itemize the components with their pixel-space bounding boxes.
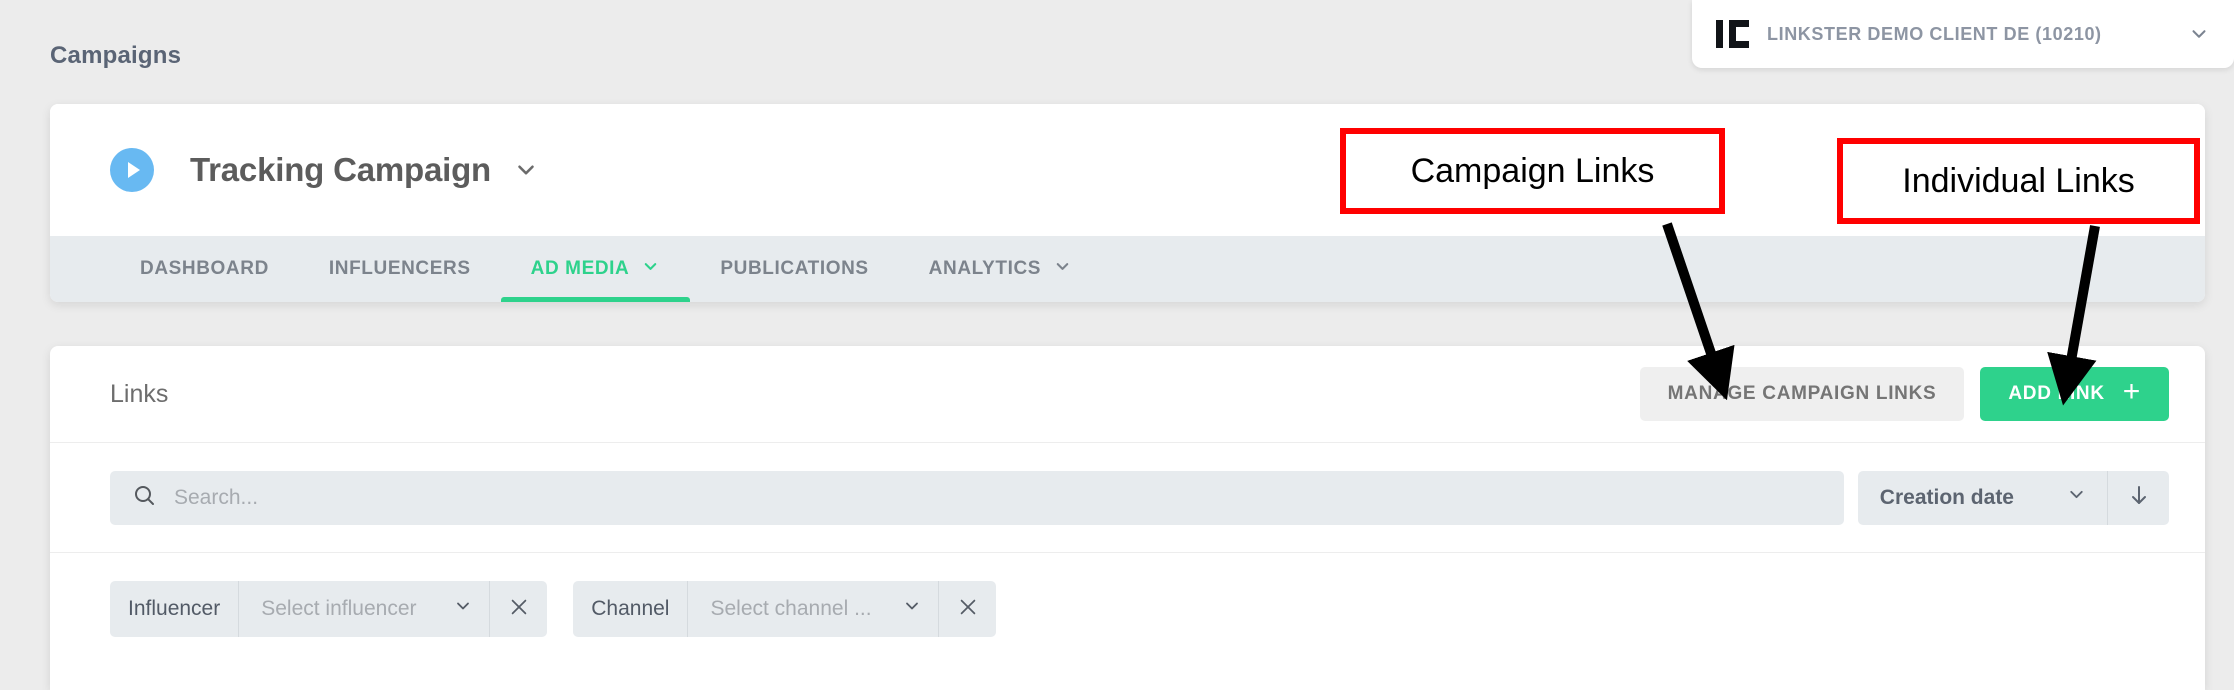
links-panel-header: Links MANAGE CAMPAIGN LINKS ADD LINK + [50,346,2205,443]
search-icon [132,483,156,512]
campaign-tabs: DASHBOARD INFLUENCERS AD MEDIA PUBLICATI… [50,236,2205,302]
links-panel-title: Links [110,379,169,408]
close-icon [957,594,979,625]
sort-direction-button[interactable] [2107,470,2169,525]
tab-ad-media[interactable]: AD MEDIA [500,236,691,302]
annotation-campaign-links: Campaign Links [1340,128,1725,214]
annotation-individual-links: Individual Links [1837,138,2200,224]
tab-label: AD MEDIA [530,258,630,279]
client-selector[interactable]: LINKSTER DEMO CLIENT DE (10210) [1692,0,2234,68]
client-name: LINKSTER DEMO CLIENT DE (10210) [1767,23,2102,44]
tab-label: INFLUENCERS [328,258,471,279]
arrow-down-icon [2127,483,2151,512]
annotation-label: Campaign Links [1410,151,1655,190]
chevron-down-icon [902,596,922,622]
sort-group: Creation date [1857,470,2169,525]
filter-influencer: Influencer Select influencer [110,581,548,637]
tab-label: PUBLICATIONS [720,258,869,279]
chevron-down-icon [453,596,473,622]
page-title: Campaigns [50,42,182,69]
chevron-down-icon [1053,257,1072,282]
tab-dashboard[interactable]: DASHBOARD [110,236,299,302]
tab-influencers[interactable]: INFLUENCERS [299,236,501,302]
campaign-chevron-down-icon[interactable] [513,157,539,183]
filter-influencer-label: Influencer [110,581,240,637]
manage-campaign-links-button[interactable]: MANAGE CAMPAIGN LINKS [1639,367,1965,421]
filter-channel-placeholder: Select channel ... [710,597,872,620]
filter-channel-clear-button[interactable] [938,581,996,637]
search-row: Creation date [50,443,2205,553]
search-box[interactable] [110,470,1844,525]
annotation-label: Individual Links [1902,161,2135,200]
links-panel-actions: MANAGE CAMPAIGN LINKS ADD LINK + [1639,367,2169,421]
campaign-title: Tracking Campaign [190,151,492,188]
sort-field-select[interactable]: Creation date [1858,471,2107,525]
tab-label: DASHBOARD [140,258,269,279]
chevron-down-icon [2066,484,2087,511]
play-circle-icon [110,148,154,192]
chevron-down-icon [641,257,660,282]
chevron-down-icon[interactable] [2188,23,2210,45]
add-link-label: ADD LINK [2008,383,2105,404]
plus-icon: + [2122,375,2141,408]
ic-logo-icon [1716,20,1749,48]
filter-channel-select[interactable]: Select channel ... [688,581,938,637]
sort-field-value: Creation date [1879,485,2014,509]
filter-influencer-select[interactable]: Select influencer [239,581,489,637]
filter-influencer-placeholder: Select influencer [261,597,417,620]
manage-campaign-links-label: MANAGE CAMPAIGN LINKS [1667,383,1937,404]
filter-influencer-clear-button[interactable] [489,581,547,637]
app-root: Campaigns LINKSTER DEMO CLIENT DE (10210… [0,0,2234,690]
add-link-button[interactable]: ADD LINK + [1980,367,2169,421]
links-panel: Links MANAGE CAMPAIGN LINKS ADD LINK + S… [50,346,2205,690]
tab-publications[interactable]: PUBLICATIONS [690,236,898,302]
filter-row: Influencer Select influencer Channel Sel… [50,553,2205,665]
tab-label: ANALYTICS [928,258,1042,279]
tab-analytics[interactable]: ANALYTICS [899,236,1102,302]
close-icon [508,594,530,625]
filter-channel-label: Channel [573,581,689,637]
search-input[interactable] [174,470,1844,525]
filter-channel: Channel Select channel ... [573,581,997,637]
